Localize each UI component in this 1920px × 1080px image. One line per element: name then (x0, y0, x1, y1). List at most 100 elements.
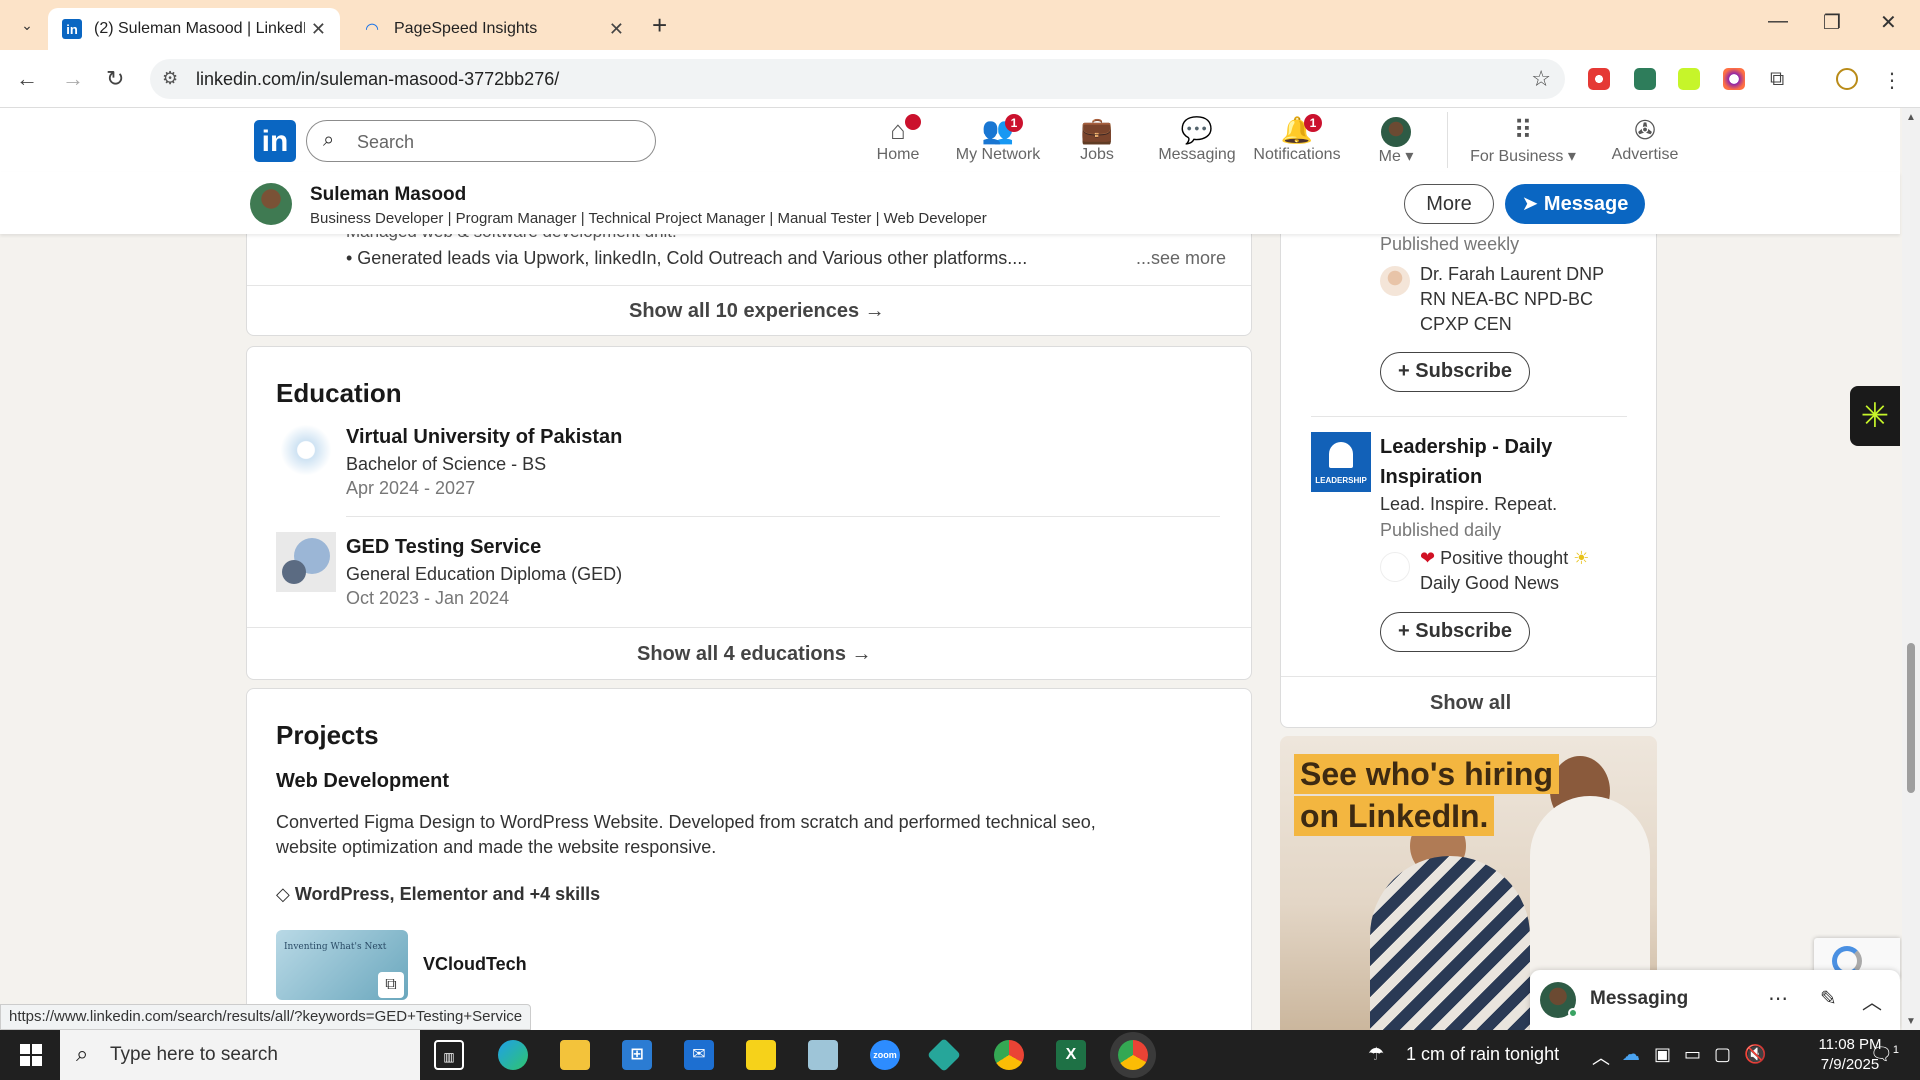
tab-pagespeed[interactable]: ◠ PageSpeed Insights ✕ (348, 8, 638, 50)
extensions-puzzle-icon[interactable]: ⧉ (1770, 68, 1792, 90)
scroll-up-arrow-icon[interactable]: ▲ (1906, 112, 1916, 123)
chevron-up-icon[interactable]: ︿ (1592, 1044, 1610, 1070)
avatar (1340, 114, 1452, 148)
see-more-link[interactable]: ...see more (1136, 248, 1226, 269)
bookmark-star-icon[interactable]: ☆ (1531, 66, 1551, 92)
profile-avatar[interactable] (250, 183, 292, 225)
home-icon: ⌂ (843, 114, 953, 146)
weather-icon[interactable]: ☂ (1368, 1044, 1384, 1065)
nav-messaging[interactable]: 💬 Messaging (1142, 114, 1252, 164)
file-explorer-icon[interactable] (560, 1040, 590, 1070)
task-view-icon[interactable]: ▥ (434, 1040, 464, 1070)
profile-headline: Business Developer | Program Manager | T… (310, 210, 987, 227)
close-window-icon[interactable]: ✕ (1880, 10, 1897, 35)
bell-icon: 🔔 1 (1242, 114, 1352, 146)
network-icon[interactable]: ▢ (1714, 1044, 1731, 1065)
forward-arrow-icon[interactable]: → (62, 66, 84, 92)
volume-muted-icon[interactable]: 🔇 (1744, 1044, 1766, 1065)
site-settings-icon[interactable]: ⚙ (162, 68, 178, 89)
nav-label: Messaging (1158, 146, 1236, 163)
extension-icon[interactable] (1723, 68, 1745, 90)
show-all-experiences-link[interactable]: Show all 10 experiences → (629, 300, 885, 323)
back-arrow-icon[interactable]: ← (16, 66, 38, 92)
extension-icon[interactable] (1634, 68, 1656, 90)
profile-icon[interactable] (1836, 68, 1858, 90)
more-options-icon[interactable]: ⋯ (1768, 986, 1788, 1011)
ad-line: See who's hiring (1294, 754, 1559, 794)
minimize-icon[interactable]: — (1768, 10, 1788, 33)
app-icon[interactable] (927, 1038, 961, 1072)
tab-search-chevron-icon[interactable]: ⌄ (14, 12, 40, 38)
nav-notifications[interactable]: 🔔 1 Notifications (1242, 114, 1352, 164)
search-input[interactable]: ⌕ Search (306, 120, 656, 162)
windows-start-icon[interactable] (20, 1044, 42, 1066)
address-bar[interactable]: ⚙ linkedin.com/in/suleman-masood-3772bb2… (150, 59, 1565, 99)
edu-school[interactable]: Virtual University of Pakistan (346, 426, 622, 449)
nav-jobs[interactable]: 💼 Jobs (1042, 114, 1152, 164)
tray-app-icon[interactable]: ▣ (1654, 1044, 1671, 1065)
url-text[interactable]: linkedin.com/in/suleman-masood-3772bb276… (196, 69, 559, 90)
thumb-text: Inventing What's Next (284, 942, 387, 952)
battery-icon[interactable]: ▭ (1684, 1044, 1701, 1065)
nav-advertise[interactable]: ✇ Advertise (1590, 114, 1700, 164)
extension-icon[interactable] (1678, 68, 1700, 90)
chevron-up-icon[interactable]: ︿ (1862, 986, 1882, 1015)
chrome-active-icon[interactable] (1118, 1040, 1148, 1070)
scrollbar-thumb[interactable] (1907, 643, 1915, 793)
pokeball-extension-icon[interactable] (1588, 68, 1610, 90)
nav-my-network[interactable]: 👥 1 My Network (943, 114, 1053, 164)
zoom-icon[interactable]: zoom (870, 1040, 900, 1070)
logo-text: LEADERSHIP (1315, 476, 1367, 485)
nav-home[interactable]: ⌂ Home (843, 114, 953, 164)
restore-icon[interactable]: ❐ (1823, 10, 1841, 35)
taskbar-search-input[interactable]: ⌕ Type here to search (60, 1030, 420, 1080)
new-tab-plus-icon[interactable]: + (652, 10, 667, 41)
mail-icon[interactable]: ✉ (684, 1040, 714, 1070)
show-all-educations-link[interactable]: Show all 4 educations → (637, 643, 872, 666)
close-tab-icon[interactable]: ✕ (311, 19, 326, 40)
store-icon[interactable]: ⊞ (622, 1040, 652, 1070)
newsletter-author[interactable]: Dr. Farah Laurent DNP RN NEA-BC NPD-BC C… (1420, 262, 1630, 337)
vu-logo-icon[interactable] (276, 420, 336, 480)
browser-tab-strip: ⌄ in (2) Suleman Masood | LinkedIn ✕ ◠ P… (0, 0, 1920, 50)
chrome-icon[interactable] (994, 1040, 1024, 1070)
subscribe-button[interactable]: + Subscribe (1380, 352, 1530, 392)
app-icon[interactable] (808, 1040, 838, 1070)
onedrive-icon[interactable]: ☁ (1622, 1044, 1640, 1065)
messaging-overlay[interactable]: Messaging ⋯ ✎ ︿ (1530, 970, 1900, 1030)
page-scrollbar[interactable]: ▲ ▼ (1902, 108, 1920, 1030)
notification-center-icon[interactable]: 🗨1 (1870, 1044, 1899, 1065)
project-skills[interactable]: ◇ WordPress, Elementor and +4 skills (276, 884, 600, 905)
edu-school[interactable]: GED Testing Service (346, 536, 541, 559)
sticky-notes-icon[interactable] (746, 1040, 776, 1070)
nav-me[interactable]: Me ▾ (1340, 114, 1452, 166)
author-avatar[interactable] (1380, 552, 1410, 582)
chat-icon: 💬 (1180, 115, 1214, 145)
chrome-menu-icon[interactable]: ⋮ (1882, 68, 1904, 92)
ged-logo-icon[interactable] (276, 532, 336, 592)
edge-icon[interactable] (498, 1040, 528, 1070)
leadership-logo[interactable]: LEADERSHIP (1311, 432, 1371, 492)
project-link-title[interactable]: VCloudTech (423, 954, 527, 975)
linkedin-logo-icon[interactable]: in (254, 120, 296, 162)
edu-degree: General Education Diploma (GED) (346, 564, 623, 584)
scroll-down-arrow-icon[interactable]: ▼ (1906, 1016, 1916, 1027)
reload-icon[interactable]: ↻ (106, 66, 124, 92)
newsletter-title[interactable]: Leadership - Daily Inspiration (1380, 432, 1600, 492)
show-all-newsletters-link[interactable]: Show all (1430, 692, 1511, 715)
subscribe-button[interactable]: + Subscribe (1380, 612, 1530, 652)
excel-icon[interactable]: X (1056, 1040, 1086, 1070)
more-button[interactable]: More (1404, 184, 1494, 224)
compose-icon[interactable]: ✎ (1820, 986, 1837, 1011)
close-tab-icon[interactable]: ✕ (609, 19, 624, 40)
nav-label: Notifications (1253, 146, 1341, 163)
nav-for-business[interactable]: ⠿ For Business ▾ (1458, 114, 1588, 166)
weather-text[interactable]: 1 cm of rain tonight (1406, 1044, 1559, 1065)
message-button[interactable]: ➤ Message (1505, 184, 1645, 224)
newsletter-author[interactable]: ❤ Positive thought ☀ Daily Good News (1420, 546, 1630, 596)
author-avatar[interactable] (1380, 266, 1410, 296)
tab-linkedin[interactable]: in (2) Suleman Masood | LinkedIn ✕ (48, 8, 340, 50)
project-thumbnail[interactable]: Inventing What's Next ⧉ (276, 930, 408, 1000)
side-extension-widget-icon[interactable]: ✳ (1850, 386, 1900, 446)
plus-icon: + (1398, 620, 1410, 642)
